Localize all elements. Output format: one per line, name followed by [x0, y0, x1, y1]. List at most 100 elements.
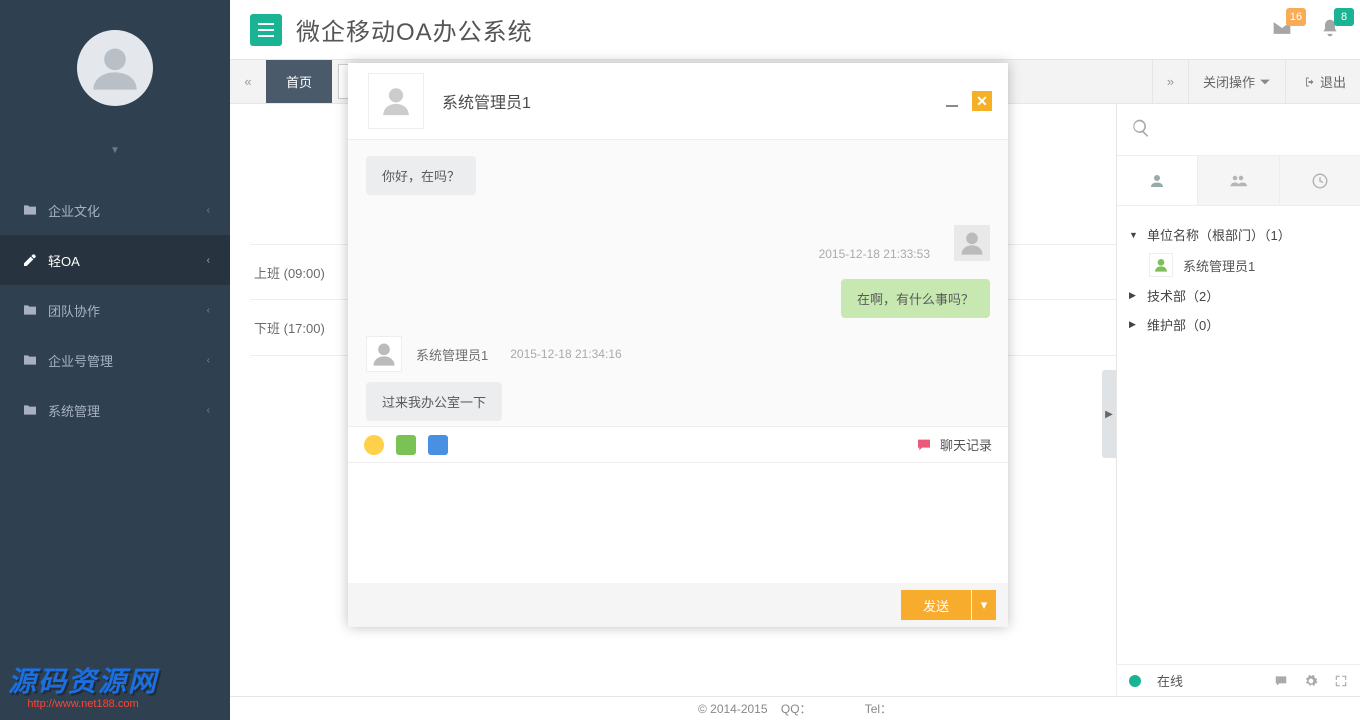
folder-icon [22, 202, 38, 218]
watermark-text: 源码资源网 [8, 666, 158, 697]
close-operations-menu[interactable]: 关闭操作 [1188, 60, 1285, 103]
tree-user[interactable]: 系统管理员1 [1149, 249, 1348, 281]
chat-icon [916, 437, 932, 453]
edit-icon [22, 252, 38, 268]
message-bubble: 你好，在吗？ [366, 156, 476, 195]
menu-toggle-button[interactable] [250, 14, 282, 46]
message-outgoing: 在啊，有什么事吗？ [366, 279, 990, 318]
emoji-button[interactable] [364, 435, 384, 455]
clock-icon [1311, 172, 1329, 190]
chat-avatar [368, 73, 424, 129]
message-incoming: 过来我办公室一下 [366, 382, 990, 421]
screenshot-button[interactable] [428, 435, 448, 455]
chevron-left-icon: ‹ [207, 355, 210, 366]
folder-icon [22, 402, 38, 418]
sidebar-dropdown-toggle[interactable]: ▼ [0, 135, 230, 165]
status-text: 在线 [1157, 671, 1183, 690]
profile-section [0, 0, 230, 135]
close-button[interactable]: ✕ [972, 91, 992, 111]
online-indicator [1129, 675, 1141, 687]
message-bubble: 在啊，有什么事吗？ [841, 279, 990, 318]
triangle-down-icon: ▼ [1129, 230, 1139, 240]
mail-notifications[interactable]: 16 [1272, 18, 1292, 41]
minimize-button[interactable] [942, 91, 962, 111]
send-button[interactable]: 发送 [901, 590, 971, 620]
chevron-left-icon: ‹ [207, 205, 210, 216]
search-button[interactable] [1117, 104, 1360, 156]
tree-node-dept[interactable]: ▶技术部（2） [1129, 281, 1348, 310]
chat-icon[interactable] [1274, 674, 1288, 688]
chat-messages[interactable]: 你好，在吗？ 2015-12-18 21:33:53 在啊，有什么事吗？ 系统管… [348, 139, 1008, 427]
sidebar-item-label: 企业文化 [48, 201, 100, 220]
sidebar-item-label: 团队协作 [48, 301, 100, 320]
expand-icon[interactable] [1334, 674, 1348, 688]
send-options-button[interactable]: ▾ [972, 590, 996, 620]
app-title: 微企移动OA办公系统 [296, 12, 533, 47]
copyright: © 2014-2015 [698, 702, 768, 716]
search-icon [1131, 118, 1151, 138]
caret-down-icon [1259, 76, 1271, 88]
panel-collapse-handle[interactable]: ▶ [1102, 370, 1116, 458]
mail-badge: 16 [1286, 8, 1306, 26]
avatar [954, 225, 990, 261]
chat-toolbar: 聊天记录 [348, 427, 1008, 463]
message-outgoing-meta: 2015-12-18 21:33:53 [366, 225, 990, 261]
folder-icon [22, 302, 38, 318]
status-bar: 在线 [1116, 664, 1360, 696]
sidebar-item-light-oa[interactable]: 轻OA ‹ [0, 235, 230, 285]
chat-send-bar: 发送 ▾ [348, 583, 1008, 627]
message-bubble: 过来我办公室一下 [366, 382, 502, 421]
tabs-prev-button[interactable]: « [230, 60, 266, 103]
message-timestamp: 2015-12-18 21:34:16 [510, 347, 621, 361]
tab-groups[interactable] [1198, 156, 1279, 205]
chat-header[interactable]: 系统管理员1 ✕ [348, 63, 1008, 139]
sidebar-menu: 企业文化 ‹ 轻OA ‹ 团队协作 ‹ 企业号管理 ‹ 系统管理 ‹ [0, 165, 230, 435]
tree-node-dept[interactable]: ▶维护部（0） [1129, 310, 1348, 339]
logout-icon [1304, 76, 1316, 88]
footer: © 2014-2015 QQ： Tel： [230, 696, 1360, 720]
logout-button[interactable]: 退出 [1285, 60, 1360, 103]
org-tree: ▼单位名称（根部门）（1） 系统管理员1 ▶技术部（2） ▶维护部（0） [1117, 206, 1360, 696]
image-button[interactable] [396, 435, 416, 455]
gear-icon[interactable] [1304, 674, 1318, 688]
folder-icon [22, 352, 38, 368]
bell-notifications[interactable]: 8 [1320, 18, 1340, 41]
chat-window: 系统管理员1 ✕ 你好，在吗？ 2015-12-18 21:33:53 在啊，有… [348, 63, 1008, 627]
message-timestamp: 2015-12-18 21:33:53 [819, 247, 930, 261]
contacts-tabs [1117, 156, 1360, 206]
header-actions: 16 8 [1272, 18, 1340, 41]
sidebar-item-corporate-culture[interactable]: 企业文化 ‹ [0, 185, 230, 235]
chevron-left-icon: ‹ [207, 305, 210, 316]
sidebar-item-label: 系统管理 [48, 401, 100, 420]
tab-recent[interactable] [1280, 156, 1360, 205]
contacts-panel: ▼单位名称（根部门）（1） 系统管理员1 ▶技术部（2） ▶维护部（0） 在线 [1116, 104, 1360, 696]
tabs-next-button[interactable]: » [1152, 60, 1188, 103]
sidebar-item-system-mgmt[interactable]: 系统管理 ‹ [0, 385, 230, 435]
sidebar-item-enterprise-mgmt[interactable]: 企业号管理 ‹ [0, 335, 230, 385]
person-icon [1148, 172, 1166, 190]
send-button-group: 发送 ▾ [901, 590, 996, 620]
chevron-left-icon: ‹ [207, 255, 210, 266]
sidebar-item-label: 企业号管理 [48, 351, 113, 370]
chat-history-button[interactable]: 聊天记录 [916, 435, 992, 454]
user-avatar[interactable] [77, 30, 153, 106]
group-icon [1229, 172, 1247, 190]
tree-node-root[interactable]: ▼单位名称（根部门）（1） [1129, 220, 1348, 249]
sidebar-item-label: 轻OA [48, 251, 80, 270]
qq-label: QQ： [781, 702, 812, 716]
message-header: 系统管理员1 2015-12-18 21:34:16 [366, 336, 990, 372]
tab-contacts[interactable] [1117, 156, 1198, 205]
sender-name: 系统管理员1 [416, 345, 488, 364]
chat-title: 系统管理员1 [442, 89, 531, 113]
message-incoming: 你好，在吗？ [366, 156, 990, 195]
chevron-left-icon: ‹ [207, 405, 210, 416]
triangle-right-icon: ▶ [1129, 290, 1139, 301]
triangle-right-icon: ▶ [1129, 319, 1139, 330]
sidebar-item-team-coop[interactable]: 团队协作 ‹ [0, 285, 230, 335]
tel-label: Tel： [865, 702, 892, 716]
bell-badge: 8 [1334, 8, 1354, 26]
chat-input[interactable] [348, 463, 1008, 583]
header: 微企移动OA办公系统 16 8 [230, 0, 1360, 60]
watermark-url: http://www.net188.com [8, 698, 158, 710]
tab-home[interactable]: 首页 [266, 60, 332, 103]
